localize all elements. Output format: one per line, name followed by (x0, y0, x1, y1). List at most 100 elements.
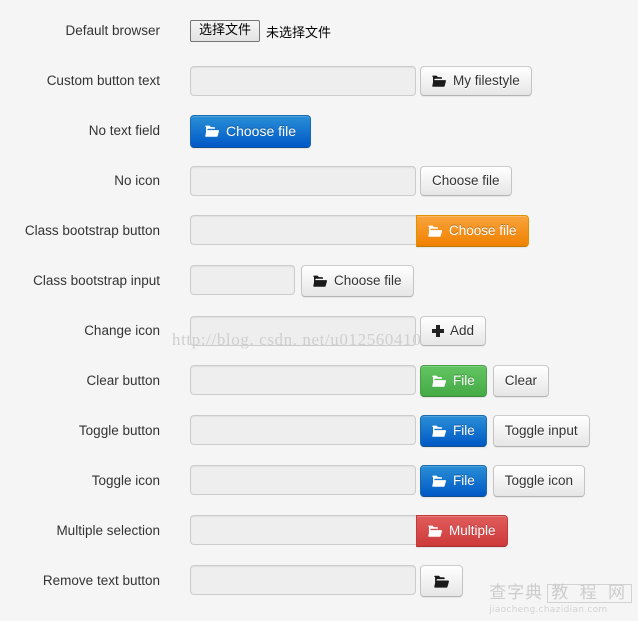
file-button-success-label: File (453, 373, 475, 389)
form-row-change-icon: Change icon Add (0, 306, 638, 356)
form-row-toggle-icon: Toggle icon File Toggle icon (0, 456, 638, 506)
row-control-class-bootstrap-input: Choose file (170, 265, 414, 297)
input-group-custom-button-text: My filestyle (190, 66, 532, 96)
row-label-no-text-field: No text field (88, 122, 160, 138)
form-row-no-icon: No icon Choose file (0, 156, 638, 206)
row-label-toggle-button: Toggle button (78, 422, 160, 438)
filename-input-toggle-button[interactable] (190, 415, 416, 445)
form-row-multiple-selection: Multiple selection Multiple (0, 506, 638, 556)
clear-button[interactable]: Clear (492, 365, 550, 397)
row-label-change-icon: Change icon (84, 322, 160, 338)
row-control-multiple-selection: Multiple (170, 515, 508, 547)
clear-button-label: Clear (504, 373, 538, 389)
folder-open-icon (428, 225, 443, 238)
toggle-icon-button[interactable]: Toggle icon (492, 465, 586, 497)
toggle-input-button-label: Toggle input (504, 423, 578, 439)
input-group-no-icon: Choose file (190, 166, 512, 196)
native-file-input[interactable]: 选择文件 未选择文件 (190, 20, 331, 42)
row-label-custom-button-text: Custom button text (46, 72, 160, 88)
multiple-button[interactable]: Multiple (416, 515, 508, 547)
folder-icon-button[interactable] (420, 565, 463, 597)
form-row-default-browser: Default browser 选择文件 未选择文件 (0, 6, 638, 56)
file-button-primary-toggle-icon[interactable]: File (420, 465, 487, 497)
row-label-multiple-selection: Multiple selection (56, 522, 160, 538)
my-filestyle-button[interactable]: My filestyle (420, 66, 532, 96)
input-group-toggle-button: File Toggle input (190, 415, 590, 447)
folder-open-icon (313, 275, 328, 288)
folder-open-icon (434, 575, 449, 588)
my-filestyle-button-label: My filestyle (453, 73, 520, 89)
row-label-clear-button: Clear button (86, 372, 160, 388)
choose-file-button-primary[interactable]: Choose file (190, 114, 312, 148)
input-group-class-bootstrap-button: Choose file (190, 215, 529, 247)
row-label-class-bootstrap-button: Class bootstrap button (24, 222, 160, 238)
watermark-logo-domain: jiaocheng.chazidian.com (489, 605, 608, 615)
folder-open-icon (432, 475, 447, 488)
choose-file-button-no-icon[interactable]: Choose file (420, 166, 512, 196)
choose-file-button-no-icon-label: Choose file (432, 173, 500, 189)
row-control-remove-text-button (170, 565, 463, 597)
choose-file-button-warning-label: Choose file (449, 223, 517, 239)
input-group-toggle-icon: File Toggle icon (190, 465, 586, 497)
multiple-button-label: Multiple (449, 523, 496, 539)
row-control-no-icon: Choose file (170, 166, 512, 196)
form-row-class-bootstrap-button: Class bootstrap button Choose file (0, 206, 638, 256)
row-control-class-bootstrap-button: Choose file (170, 215, 529, 247)
row-control-default-browser: 选择文件 未选择文件 (170, 20, 331, 42)
file-button-primary-toggle[interactable]: File (420, 415, 487, 447)
folder-open-icon (205, 125, 220, 138)
row-control-custom-button-text: My filestyle (170, 66, 532, 96)
filename-input-clear-button[interactable] (190, 365, 416, 395)
native-choose-file-button[interactable]: 选择文件 (190, 20, 261, 42)
folder-open-icon (432, 375, 447, 388)
form-row-class-bootstrap-input: Class bootstrap input Choose file (0, 256, 638, 306)
row-control-toggle-icon: File Toggle icon (170, 465, 586, 497)
choose-file-button-bootstrap-input[interactable]: Choose file (301, 265, 414, 297)
folder-open-icon (432, 75, 447, 88)
form-row-custom-button-text: Custom button text My filestyle (0, 56, 638, 106)
input-group-class-bootstrap-input: Choose file (190, 265, 414, 297)
form-row-clear-button: Clear button File Clear (0, 356, 638, 406)
row-label-no-icon: No icon (114, 172, 160, 188)
toggle-input-button[interactable]: Toggle input (492, 415, 590, 447)
input-group-remove-text-button (190, 565, 463, 597)
row-label-remove-text-button: Remove text button (42, 572, 160, 588)
row-label-toggle-icon: Toggle icon (91, 472, 160, 488)
add-button-label: Add (450, 323, 475, 339)
choose-file-button-label: Choose file (226, 123, 297, 139)
toggle-icon-button-label: Toggle icon (504, 473, 574, 489)
native-file-status: 未选择文件 (266, 25, 332, 41)
choose-file-button-bootstrap-input-label: Choose file (334, 273, 402, 289)
filename-input-custom-button-text[interactable] (190, 66, 416, 96)
filename-input-no-icon[interactable] (190, 166, 416, 196)
file-button-success[interactable]: File (420, 365, 487, 397)
row-control-clear-button: File Clear (170, 365, 550, 397)
row-label-class-bootstrap-input: Class bootstrap input (33, 272, 160, 288)
folder-open-icon (432, 425, 447, 438)
input-group-clear-button: File Clear (190, 365, 550, 397)
form-row-no-text-field: No text field Choose file (0, 106, 638, 156)
form-row-toggle-button: Toggle button File Toggle input (0, 406, 638, 456)
filename-input-change-icon[interactable] (190, 316, 416, 346)
row-control-change-icon: Add (170, 316, 487, 346)
folder-open-icon (428, 525, 443, 538)
row-control-toggle-button: File Toggle input (170, 415, 590, 447)
filename-input-remove-text-button[interactable] (190, 565, 416, 595)
row-label-default-browser: Default browser (65, 22, 160, 38)
input-group-multiple-selection: Multiple (190, 515, 508, 547)
choose-file-button-warning[interactable]: Choose file (416, 215, 529, 247)
file-button-primary-toggle-label: File (453, 423, 475, 439)
file-button-primary-toggle-icon-label: File (453, 473, 475, 489)
row-control-no-text-field: Choose file (170, 114, 312, 148)
filename-input-toggle-icon[interactable] (190, 465, 416, 495)
input-group-change-icon: Add (190, 316, 487, 346)
filename-input-class-bootstrap-input[interactable] (190, 265, 295, 295)
form-row-remove-text-button: Remove text button (0, 556, 638, 606)
filename-input-class-bootstrap-button[interactable] (190, 215, 416, 245)
filename-input-multiple-selection[interactable] (190, 515, 416, 545)
plus-icon (432, 325, 444, 337)
add-button[interactable]: Add (420, 316, 487, 346)
